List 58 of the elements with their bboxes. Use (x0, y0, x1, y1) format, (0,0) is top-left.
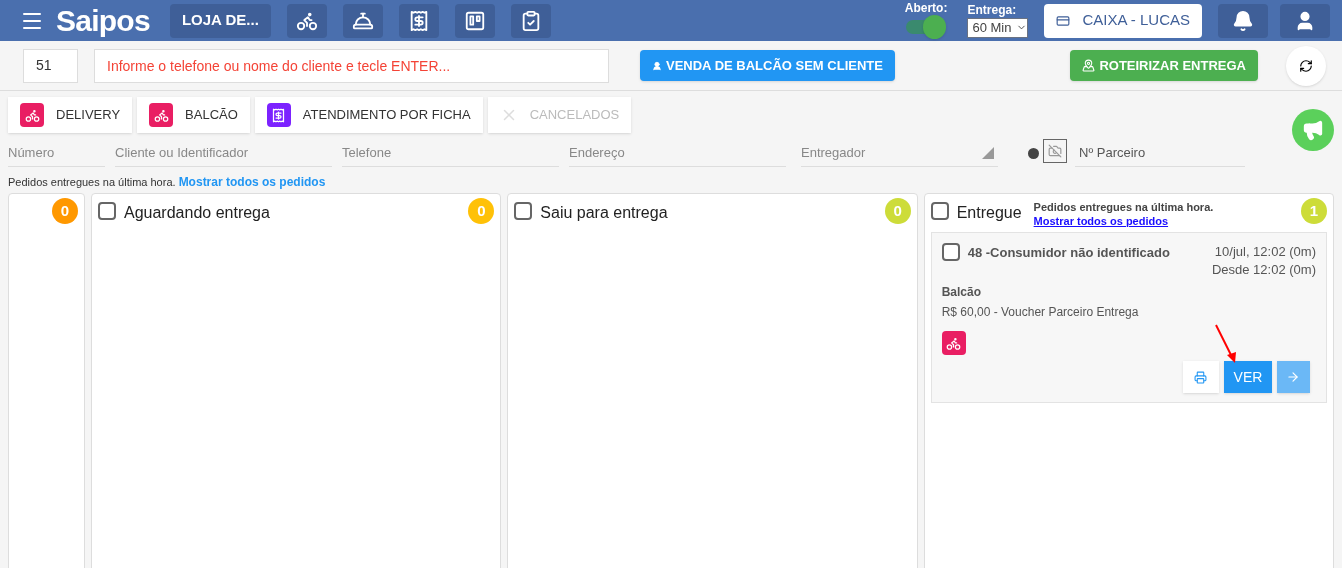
show-all-link[interactable]: Mostrar todos os pedidos (1033, 214, 1214, 228)
user-button[interactable] (1280, 3, 1330, 38)
megaphone-icon (1302, 119, 1324, 141)
filter-tab[interactable]: BALCÃO (137, 97, 250, 133)
clipboard-check-icon[interactable] (510, 3, 551, 38)
order-since: Desde 12:02 (0m) (1211, 261, 1316, 279)
store-button[interactable]: LOJA DE... (169, 3, 271, 38)
column-note: Pedidos entregues na última hora. (1033, 200, 1214, 214)
bell-icon (1232, 9, 1254, 32)
cashier-button[interactable]: CAIXA - LUCAS (1044, 3, 1202, 38)
partner-number-field[interactable]: Nº Parceiro (1075, 139, 1245, 167)
notifications-button[interactable] (1218, 3, 1268, 38)
camera-off-icon (1043, 139, 1067, 163)
order-payment: R$ 60,00 - Voucher Parceiro Entrega (941, 304, 1140, 321)
filter-field[interactable]: Cliente ou Identificador (115, 139, 332, 167)
arrow-annotation (1214, 323, 1238, 365)
order-number-field[interactable]: 51 (23, 48, 78, 83)
checkbox[interactable] (941, 243, 960, 261)
map-icon (1082, 59, 1096, 72)
order-date: 10/jul, 12:02 (0m) (1214, 243, 1316, 261)
ticket-icon (266, 103, 291, 127)
info-text: Pedidos entregues na última hora. Mostrar todos os pedidos (7, 174, 327, 191)
dropdown-icon (1028, 148, 1039, 159)
logo: Saipos (56, 3, 150, 39)
refresh-icon (1299, 58, 1313, 73)
order-title: 48 -Consumidor não identificado (967, 244, 1170, 262)
count-badge: 0 (884, 198, 911, 224)
checkbox[interactable] (930, 202, 949, 220)
column-title: Aguardando entrega (124, 203, 270, 223)
checkbox[interactable] (98, 202, 116, 220)
arrow-right-icon (1286, 370, 1301, 384)
refresh-button[interactable] (1286, 45, 1326, 86)
delivery-time-select[interactable]: 60 Min (967, 17, 1029, 38)
printer-icon (1194, 370, 1208, 384)
card-icon (1056, 13, 1071, 28)
count-badge: 1 (1301, 198, 1327, 224)
receipt-icon[interactable] (398, 3, 439, 38)
delivery-label: Entrega: (967, 3, 1018, 16)
checkbox[interactable] (514, 202, 533, 220)
board-icon[interactable] (454, 3, 495, 38)
count-badge: 0 (468, 198, 495, 224)
filter-field[interactable]: Endereço (569, 139, 786, 167)
open-label: Aberto: (904, 2, 948, 14)
customer-search-field[interactable]: Informe o telefone ou nome do cliente e tecle ENTER... (94, 48, 609, 83)
order-card[interactable]: 48 -Consumidor não identificado 10/jul, 12:02 (0m) Desde 12:02 (0m) Balcão R$ 60,00 - Voucher Parceiro Entrega VER (930, 232, 1327, 403)
filter-field[interactable]: Número (8, 139, 105, 167)
open-toggle[interactable] (906, 15, 947, 39)
filter-tab[interactable]: ATENDIMENTO POR FICHA (254, 97, 483, 133)
filter-tab[interactable]: DELIVERY (8, 97, 133, 133)
column-title: Saiu para entrega (540, 203, 668, 223)
order-type: Balcão (941, 284, 982, 301)
courier-select[interactable]: Entregador (801, 139, 998, 167)
print-button[interactable] (1183, 361, 1219, 393)
filter-field[interactable]: Telefone (342, 139, 559, 167)
count-badge: 0 (52, 198, 78, 224)
person-icon (652, 60, 662, 71)
corner-icon (982, 147, 994, 159)
column-title: Entregue (956, 203, 1022, 223)
